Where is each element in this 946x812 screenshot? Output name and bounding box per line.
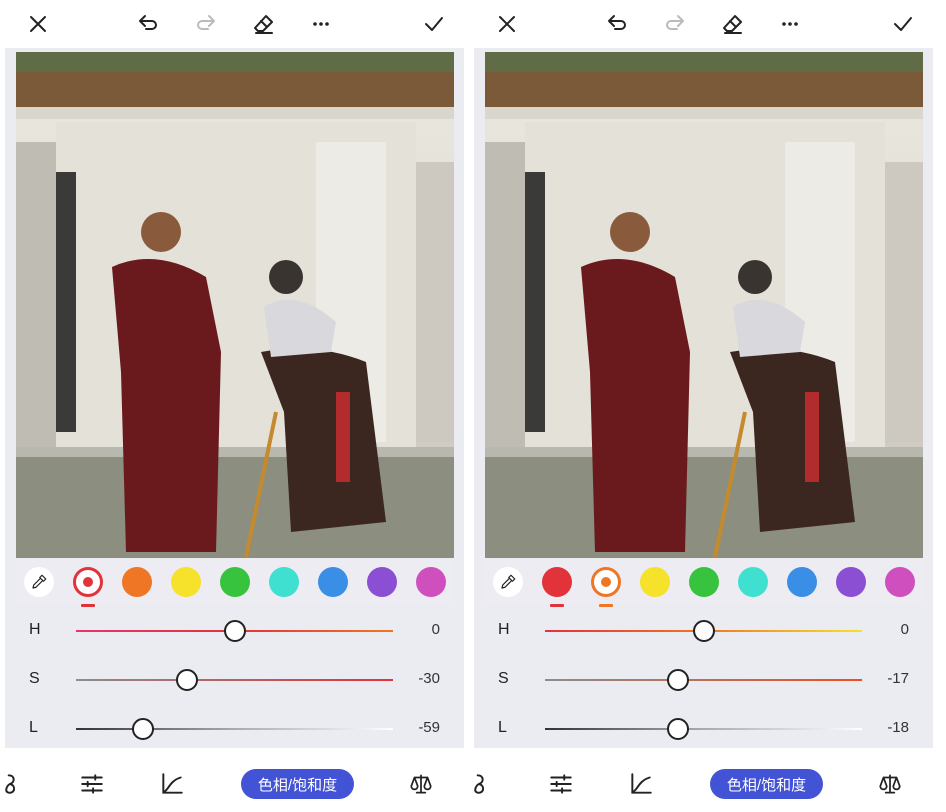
beauty-icon[interactable] xyxy=(0,769,28,799)
slider-value-l: -59 xyxy=(418,719,440,736)
slider-track-s[interactable] xyxy=(76,679,393,681)
photo-illustration xyxy=(485,52,923,558)
color-swatch-bar xyxy=(485,558,923,607)
swatch-yellow[interactable] xyxy=(171,567,201,597)
slider-thumb-l[interactable] xyxy=(667,718,690,740)
photo-illustration xyxy=(16,52,454,558)
redo-icon[interactable] xyxy=(659,8,691,40)
hsl-sliders: H 0 S -17 L -18 xyxy=(474,608,933,748)
swatch-orange[interactable] xyxy=(591,567,621,597)
selected-dot xyxy=(601,577,611,587)
swatch-purple[interactable] xyxy=(836,567,866,597)
swatch-blue[interactable] xyxy=(318,567,348,597)
curve-icon[interactable] xyxy=(157,769,187,799)
photo-canvas[interactable] xyxy=(485,52,923,558)
balance-icon[interactable] xyxy=(875,769,905,799)
editor-panel-right: H 0 S -17 L -18 色相/饱和度 xyxy=(469,0,938,812)
eraser-icon[interactable] xyxy=(717,8,749,40)
slider-track-s[interactable] xyxy=(545,679,862,681)
slider-label-l: L xyxy=(498,719,507,736)
slider-row-l: L -18 xyxy=(474,709,933,749)
hsl-sliders: H 0 S -30 L -59 xyxy=(5,608,464,748)
check-icon[interactable] xyxy=(418,8,450,40)
slider-track-l[interactable] xyxy=(76,728,393,730)
slider-label-h: H xyxy=(498,621,510,638)
color-swatch-bar xyxy=(16,558,454,607)
swatch-red[interactable] xyxy=(73,567,103,597)
photo-canvas[interactable] xyxy=(16,52,454,558)
close-icon[interactable] xyxy=(22,8,54,40)
undo-icon[interactable] xyxy=(132,8,164,40)
slider-value-s: -17 xyxy=(887,670,909,687)
swatch-green[interactable] xyxy=(689,567,719,597)
more-icon[interactable] xyxy=(305,8,337,40)
tab-hue-saturation[interactable]: 色相/饱和度 xyxy=(710,769,823,799)
swatch-underline-red xyxy=(550,604,564,607)
edit-area: H 0 S -17 L -18 xyxy=(474,48,933,748)
redo-icon[interactable] xyxy=(190,8,222,40)
bottom-toolbar: 色相/饱和度 xyxy=(0,755,469,812)
swatch-yellow[interactable] xyxy=(640,567,670,597)
slider-track-l[interactable] xyxy=(545,728,862,730)
swatch-underline-orange xyxy=(599,604,613,607)
slider-label-s: S xyxy=(498,670,509,687)
slider-value-h: 0 xyxy=(900,621,909,638)
adjust-icon[interactable] xyxy=(77,769,107,799)
slider-row-s: S -30 xyxy=(5,660,464,700)
swatch-magenta[interactable] xyxy=(416,567,446,597)
slider-thumb-s[interactable] xyxy=(667,669,690,691)
slider-thumb-h[interactable] xyxy=(223,620,246,642)
swatch-cyan[interactable] xyxy=(269,567,299,597)
close-icon[interactable] xyxy=(491,8,523,40)
slider-value-l: -18 xyxy=(887,719,909,736)
swatch-blue[interactable] xyxy=(787,567,817,597)
swatch-cyan[interactable] xyxy=(738,567,768,597)
selected-dot xyxy=(83,577,93,587)
slider-row-l: L -59 xyxy=(5,709,464,749)
eyedropper-icon[interactable] xyxy=(24,567,54,597)
swatch-underline-red xyxy=(81,604,95,607)
slider-label-s: S xyxy=(29,670,40,687)
eyedropper-icon[interactable] xyxy=(493,567,523,597)
slider-thumb-l[interactable] xyxy=(131,718,154,740)
eraser-icon[interactable] xyxy=(248,8,280,40)
swatch-purple[interactable] xyxy=(367,567,397,597)
swatch-orange[interactable] xyxy=(122,567,152,597)
swatch-magenta[interactable] xyxy=(885,567,915,597)
top-toolbar xyxy=(469,0,938,48)
check-icon[interactable] xyxy=(887,8,919,40)
beauty-icon[interactable] xyxy=(469,769,497,799)
slider-value-h: 0 xyxy=(431,621,440,638)
swatch-green[interactable] xyxy=(220,567,250,597)
slider-value-s: -30 xyxy=(418,670,440,687)
swatch-red[interactable] xyxy=(542,567,572,597)
slider-thumb-s[interactable] xyxy=(175,669,198,691)
slider-label-h: H xyxy=(29,621,41,638)
slider-row-h: H 0 xyxy=(5,611,464,651)
undo-icon[interactable] xyxy=(601,8,633,40)
top-toolbar xyxy=(0,0,469,48)
editor-panel-left: H 0 S -30 L -59 色相/饱和度 xyxy=(0,0,469,812)
more-icon[interactable] xyxy=(774,8,806,40)
balance-icon[interactable] xyxy=(406,769,436,799)
tab-hue-saturation[interactable]: 色相/饱和度 xyxy=(241,769,354,799)
slider-row-h: H 0 xyxy=(474,611,933,651)
curve-icon[interactable] xyxy=(626,769,656,799)
slider-row-s: S -17 xyxy=(474,660,933,700)
adjust-icon[interactable] xyxy=(546,769,576,799)
slider-label-l: L xyxy=(29,719,38,736)
slider-thumb-h[interactable] xyxy=(692,620,715,642)
edit-area: H 0 S -30 L -59 xyxy=(5,48,464,748)
bottom-toolbar: 色相/饱和度 xyxy=(469,755,938,812)
